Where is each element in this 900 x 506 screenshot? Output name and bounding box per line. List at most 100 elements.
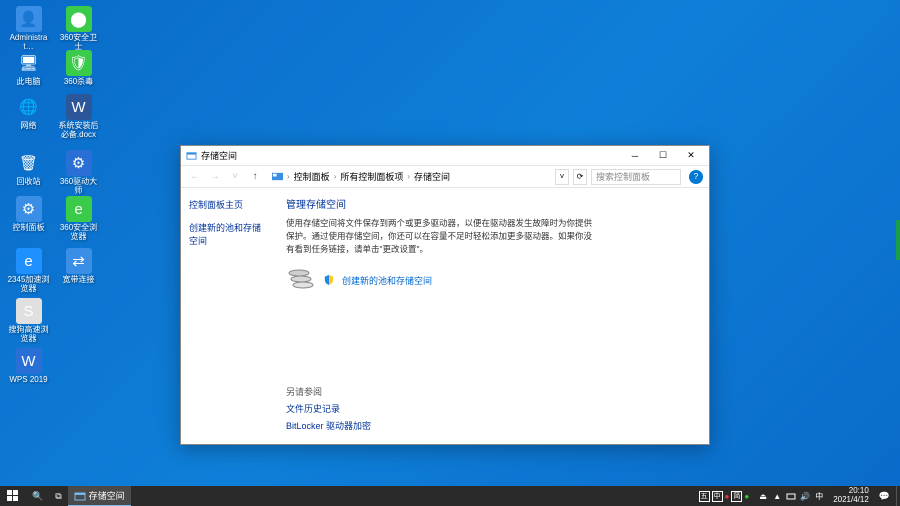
system-tray: ⏏ ▲ 🔊 中 bbox=[753, 490, 829, 502]
related-section: 另请参阅 文件历史记录 BitLocker 驱动器加密 bbox=[286, 385, 371, 436]
taskview-icon: ⧉ bbox=[55, 491, 61, 502]
desktop-icon[interactable]: 🖥 此电脑 bbox=[6, 50, 51, 87]
desktop-icon[interactable]: W WPS 2019 bbox=[6, 348, 51, 385]
app-icon bbox=[74, 490, 86, 502]
tray-ime-icon[interactable]: 中 bbox=[813, 490, 825, 502]
ime-box: 五 bbox=[699, 491, 710, 502]
taskbar-app-label: 存储空间 bbox=[89, 489, 125, 502]
breadcrumb[interactable]: › 控制面板 › 所有控制面板项 › 存储空间 bbox=[267, 169, 551, 184]
desktop-icon-glyph: 🛡 bbox=[66, 50, 92, 76]
related-link-bitlocker[interactable]: BitLocker 驱动器加密 bbox=[286, 419, 371, 432]
desktop-icon[interactable]: 👤Administrat… bbox=[6, 6, 51, 52]
desktop-icon-label: WPS 2019 bbox=[9, 376, 47, 385]
sidebar-item-create[interactable]: 创建新的池和存储空间 bbox=[189, 221, 268, 247]
sidebar-item-home[interactable]: 控制面板主页 bbox=[189, 198, 268, 211]
create-pool-action: 创建新的池和存储空间 bbox=[286, 267, 699, 293]
desktop-icon-glyph: S bbox=[16, 298, 42, 324]
tray-volume-icon[interactable]: 🔊 bbox=[799, 490, 811, 502]
desktop-icon[interactable]: ⇄宽带连接 bbox=[56, 248, 101, 285]
desktop-icon-label: 360安全卫士 bbox=[56, 34, 101, 52]
chevron-right-icon: › bbox=[407, 172, 410, 181]
desktop-icon[interactable]: 🗑 回收站 bbox=[6, 150, 51, 187]
page-description: 使用存储空间将文件保存到两个或更多驱动器，以便在驱动器发生故障时为你提供保护。通… bbox=[286, 217, 596, 255]
search-placeholder: 搜索控制面板 bbox=[596, 170, 650, 183]
drives-icon bbox=[286, 267, 316, 293]
desktop-icon[interactable]: ⚙控制面板 bbox=[6, 196, 51, 233]
taskbar-app-storage[interactable]: 存储空间 bbox=[68, 486, 131, 506]
desktop-icon-glyph: W bbox=[66, 94, 92, 120]
desktop-icon-label: 360驱动大师 bbox=[56, 178, 101, 196]
desktop-icon-label: 系统安装后必备.docx bbox=[56, 122, 101, 140]
nav-recent-icon[interactable]: ˅ bbox=[227, 169, 243, 185]
chevron-right-icon: › bbox=[334, 172, 337, 181]
desktop-icon[interactable]: W 系统安装后必备.docx bbox=[56, 94, 101, 140]
desktop-icon-glyph: W bbox=[16, 348, 42, 374]
clock-date: 2021/4/12 bbox=[833, 496, 869, 505]
help-icon[interactable]: ? bbox=[689, 170, 703, 184]
breadcrumb-item[interactable]: 控制面板 bbox=[294, 170, 330, 183]
create-pool-link[interactable]: 创建新的池和存储空间 bbox=[342, 274, 432, 287]
desktop-icon[interactable]: ⬤ 360安全卫士 bbox=[56, 6, 101, 52]
desktop-icon-glyph: 👤 bbox=[16, 6, 42, 32]
desktop-icon[interactable]: 🛡 360杀毒 bbox=[56, 50, 101, 87]
desktop-icon[interactable]: 🌐 网络 bbox=[6, 94, 51, 131]
tray-eject-icon[interactable]: ⏏ bbox=[757, 490, 769, 502]
action-center-button[interactable]: 💬 bbox=[873, 486, 896, 506]
close-button[interactable]: ✕ bbox=[677, 147, 705, 165]
refresh-button[interactable]: ⟳ bbox=[573, 169, 587, 185]
desktop-icon[interactable]: e 360安全浏览器 bbox=[56, 196, 101, 242]
desktop-icon-label: 360杀毒 bbox=[64, 78, 93, 87]
search-button[interactable]: 🔍 bbox=[26, 486, 49, 506]
window-icon bbox=[185, 150, 197, 162]
breadcrumb-item[interactable]: 所有控制面板项 bbox=[340, 170, 403, 183]
search-input[interactable]: 搜索控制面板 bbox=[591, 169, 681, 185]
side-accent-bar bbox=[896, 220, 900, 260]
window-title: 存储空间 bbox=[201, 149, 621, 162]
related-link-filehistory[interactable]: 文件历史记录 bbox=[286, 402, 371, 415]
desktop-icon[interactable]: ⚙ 360驱动大师 bbox=[56, 150, 101, 196]
breadcrumb-item[interactable]: 存储空间 bbox=[414, 170, 450, 183]
desktop-icon-label: 网络 bbox=[21, 122, 37, 131]
desktop-icon-glyph: e bbox=[16, 248, 42, 274]
desktop-icon-label: 此电脑 bbox=[17, 78, 41, 87]
show-desktop-button[interactable] bbox=[896, 486, 900, 506]
maximize-button[interactable]: ☐ bbox=[649, 147, 677, 165]
desktop-icon-glyph: 🌐 bbox=[16, 94, 42, 120]
search-icon: 🔍 bbox=[32, 491, 43, 502]
chevron-right-icon: › bbox=[287, 172, 290, 181]
ime-dot: ● bbox=[725, 492, 730, 501]
taskbar: 🔍 ⧉ 存储空间 五 中 ● 简 ● ⏏ ▲ 🔊 中 20:10 2021/4/… bbox=[0, 486, 900, 506]
desktop-icon-label: 回收站 bbox=[17, 178, 41, 187]
desktop-icon[interactable]: S 搜狗高速浏览器 bbox=[6, 298, 51, 344]
desktop-icon-label: 360安全浏览器 bbox=[56, 224, 101, 242]
tray-overflow-icon[interactable]: ▲ bbox=[771, 490, 783, 502]
nav-back-icon[interactable]: ← bbox=[187, 169, 203, 185]
ime-box: 中 bbox=[712, 491, 723, 502]
start-button[interactable] bbox=[0, 486, 26, 506]
panel-icon bbox=[272, 171, 283, 182]
desktop-icon[interactable]: e 2345加速浏览器 bbox=[6, 248, 51, 294]
desktop-icon-glyph: 🖥 bbox=[16, 50, 42, 76]
desktop-icon-label: 2345加速浏览器 bbox=[6, 276, 51, 294]
page-title: 管理存储空间 bbox=[286, 196, 699, 211]
desktop-icon-glyph: ⚙ bbox=[66, 150, 92, 176]
desktop-icon-glyph: e bbox=[66, 196, 92, 222]
control-panel-window: 存储空间 ─ ☐ ✕ ← → ˅ ↑ › 控制面板 › 所有控制面板项 › 存储… bbox=[180, 145, 710, 445]
nav-forward-icon[interactable]: → bbox=[207, 169, 223, 185]
taskbar-clock[interactable]: 20:10 2021/4/12 bbox=[829, 487, 873, 505]
desktop-icon-glyph: 🗑 bbox=[16, 150, 42, 176]
ime-dot: ● bbox=[744, 492, 749, 501]
ime-indicator[interactable]: 五 中 ● 简 ● bbox=[695, 489, 754, 503]
minimize-button[interactable]: ─ bbox=[621, 147, 649, 165]
shield-icon bbox=[324, 275, 334, 285]
mainpane: 管理存储空间 使用存储空间将文件保存到两个或更多驱动器，以便在驱动器发生故障时为… bbox=[276, 188, 709, 444]
desktop-icon-label: 搜狗高速浏览器 bbox=[6, 326, 51, 344]
desktop-icon-label: 宽带连接 bbox=[63, 276, 95, 285]
tray-network-icon[interactable] bbox=[785, 490, 797, 502]
taskview-button[interactable]: ⧉ bbox=[49, 486, 67, 506]
desktop-icon-label: 控制面板 bbox=[13, 224, 45, 233]
desktop-icon-glyph: ⬤ bbox=[66, 6, 92, 32]
sidepane: 控制面板主页 创建新的池和存储空间 bbox=[181, 188, 276, 444]
nav-up-icon[interactable]: ↑ bbox=[247, 169, 263, 185]
breadcrumb-dropdown[interactable]: ˅ bbox=[555, 169, 569, 185]
